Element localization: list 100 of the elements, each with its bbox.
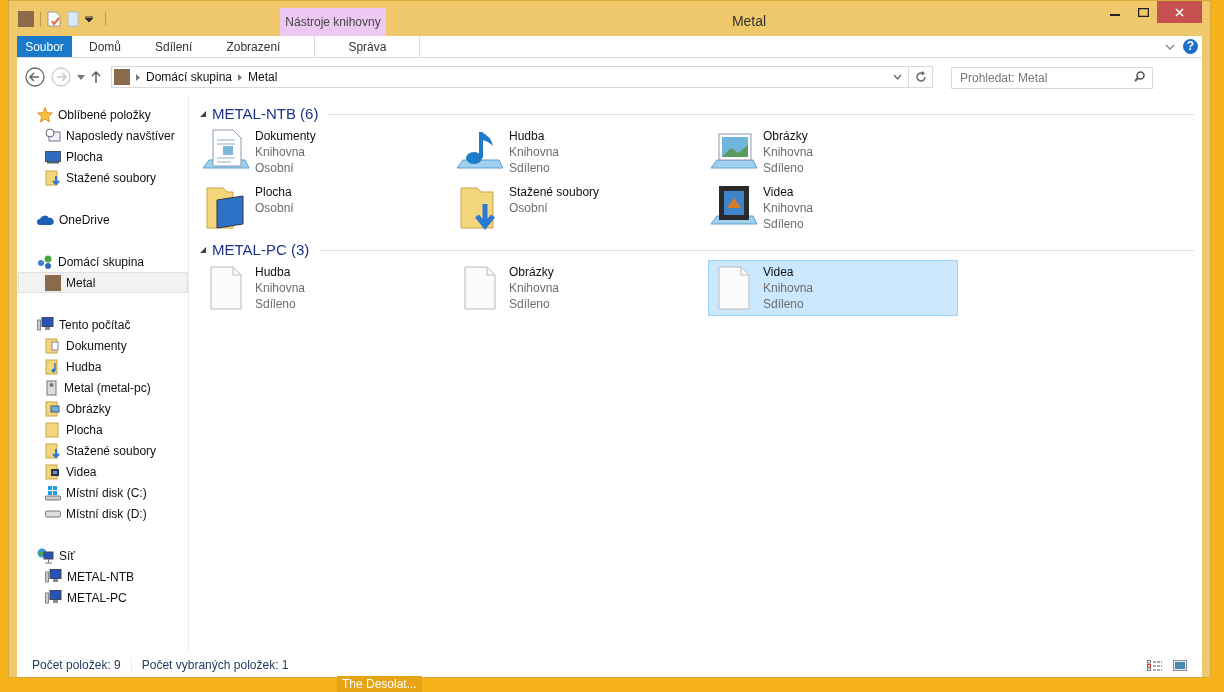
- tiles-view-icon[interactable]: [1173, 659, 1187, 671]
- file-detail: Knihovna: [763, 144, 814, 160]
- collapse-icon[interactable]: [200, 111, 206, 117]
- file-item[interactable]: Obrázky Knihovna Sdíleno: [708, 124, 958, 180]
- chevron-icon[interactable]: [136, 73, 140, 81]
- network-drive-icon: [45, 379, 59, 396]
- documents-folder-icon: [45, 337, 61, 354]
- sidebar-item[interactable]: Tento počítač: [18, 314, 188, 335]
- window-title: Metal: [730, 12, 768, 31]
- file-name: Obrázky: [509, 264, 555, 280]
- file-item[interactable]: Obrázky Knihovna Sdíleno: [454, 260, 704, 316]
- ribbon-tab[interactable]: Zobrazení: [209, 36, 298, 57]
- ribbon-expand-icon[interactable]: [1165, 43, 1175, 50]
- contextual-tab-header: Nástroje knihovny: [280, 8, 386, 36]
- file-detail: Knihovna: [255, 280, 306, 296]
- file-detail: Osobní: [255, 200, 294, 216]
- ribbon-tab[interactable]: Soubor: [17, 36, 72, 57]
- file-item[interactable]: Videa Knihovna Sdíleno: [708, 260, 958, 316]
- sidebar-item[interactable]: Oblíbené položky: [18, 104, 188, 125]
- help-button[interactable]: ?: [1183, 39, 1198, 54]
- system-drive-icon: [45, 484, 61, 501]
- group-header[interactable]: METAL-NTB (6): [212, 102, 319, 126]
- file-name: Hudba: [255, 264, 292, 280]
- up-arrow-icon[interactable]: [91, 71, 101, 83]
- refresh-icon[interactable]: [914, 71, 927, 83]
- file-item[interactable]: Plocha Osobní: [200, 180, 450, 236]
- file-item[interactable]: Dokumenty Knihovna Osobní: [200, 124, 450, 180]
- breadcrumb[interactable]: Domácí skupina: [146, 68, 233, 86]
- sidebar-item[interactable]: METAL-PC: [18, 587, 188, 608]
- sidebar-item[interactable]: Metal (metal-pc): [18, 377, 188, 398]
- file-detail: Sdíleno: [509, 296, 551, 312]
- homegroup-icon: [37, 253, 53, 270]
- download-folder-icon: [45, 169, 61, 186]
- details-view-icon[interactable]: [1147, 659, 1163, 671]
- properties-icon[interactable]: [47, 10, 61, 27]
- file-detail: Sdíleno: [255, 296, 297, 312]
- file-name: Dokumenty: [255, 128, 316, 144]
- file-name: Obrázky: [763, 128, 809, 144]
- collapse-icon[interactable]: [200, 247, 206, 253]
- sidebar-item[interactable]: Obrázky: [18, 398, 188, 419]
- download-folder-icon: [45, 442, 61, 459]
- status-text: Počet vybraných položek: 1: [141, 657, 289, 674]
- file-detail: Sdíleno: [763, 296, 805, 312]
- breadcrumb[interactable]: Metal: [248, 68, 278, 86]
- sidebar-item[interactable]: Stažené soubory: [18, 167, 188, 188]
- star-icon: [37, 106, 53, 123]
- file-detail: Knihovna: [763, 280, 814, 296]
- sidebar-item[interactable]: Místní disk (D:): [18, 503, 188, 524]
- sidebar-item[interactable]: Metal: [18, 272, 188, 293]
- sidebar-item[interactable]: Domácí skupina: [18, 251, 188, 272]
- sidebar-item[interactable]: METAL-NTB: [18, 566, 188, 587]
- maximize-icon[interactable]: [1137, 7, 1149, 17]
- computer-icon: [37, 317, 54, 332]
- chevron-icon[interactable]: [238, 73, 243, 81]
- file-name: Hudba: [509, 128, 546, 144]
- pictures-folder-icon: [45, 400, 61, 417]
- back-icon[interactable]: [25, 67, 45, 87]
- computer-icon: [45, 590, 62, 605]
- sidebar-item[interactable]: Plocha: [18, 419, 188, 440]
- file-name: Videa: [763, 184, 795, 200]
- ribbon-tab[interactable]: Domů: [72, 36, 138, 57]
- file-detail: Knihovna: [509, 280, 560, 296]
- sidebar-item[interactable]: Dokumenty: [18, 335, 188, 356]
- file-detail: Osobní: [509, 200, 549, 216]
- sidebar-item[interactable]: Místní disk (C:): [18, 482, 188, 503]
- customize-icon[interactable]: [85, 15, 93, 22]
- file-detail: Sdíleno: [763, 160, 805, 176]
- file-name: Stažené soubory: [509, 184, 600, 200]
- file-name: Videa: [763, 264, 795, 280]
- file-item[interactable]: Hudba Knihovna Sdíleno: [200, 260, 450, 316]
- sidebar-item[interactable]: OneDrive: [18, 209, 188, 230]
- drive-icon: [45, 509, 61, 518]
- videos-folder-icon: [45, 463, 61, 480]
- group-header[interactable]: METAL-PC (3): [212, 238, 310, 262]
- sidebar-item[interactable]: Stažené soubory: [18, 440, 188, 461]
- ribbon-tab[interactable]: Správa: [314, 36, 421, 57]
- sidebar-item[interactable]: Plocha: [18, 146, 188, 167]
- avatar-photo-placeholder[interactable]: [18, 10, 34, 27]
- cloud-icon: [37, 213, 54, 226]
- file-detail: Osobní: [255, 160, 295, 176]
- dropdown-icon[interactable]: [893, 74, 902, 80]
- file-item[interactable]: Videa Knihovna Sdíleno: [708, 180, 958, 236]
- file-detail: Sdíleno: [509, 160, 551, 176]
- file-detail: Sdíleno: [763, 216, 805, 232]
- sidebar-item[interactable]: Síť: [18, 545, 188, 566]
- sidebar-item[interactable]: Videa: [18, 461, 188, 482]
- file-name: Plocha: [255, 184, 293, 200]
- file-detail: Knihovna: [763, 200, 814, 216]
- search-field[interactable]: Prohledat: Metal: [951, 67, 1153, 89]
- dropdown-icon[interactable]: [77, 74, 85, 80]
- file-detail: Knihovna: [255, 144, 307, 160]
- sidebar-item[interactable]: Naposledy navštíver: [18, 125, 188, 146]
- close-button[interactable]: [1157, 1, 1202, 23]
- file-item[interactable]: Hudba Knihovna Sdíleno: [454, 124, 704, 180]
- avatar-photo-placeholder: [114, 69, 130, 85]
- ribbon-tab[interactable]: Sdílení: [138, 36, 210, 57]
- sidebar-item[interactable]: Hudba: [18, 356, 188, 377]
- music-folder-icon: [45, 358, 61, 375]
- file-item[interactable]: Stažené soubory Osobní: [454, 180, 704, 236]
- address-bar[interactable]: Domácí skupina Metal: [111, 66, 933, 88]
